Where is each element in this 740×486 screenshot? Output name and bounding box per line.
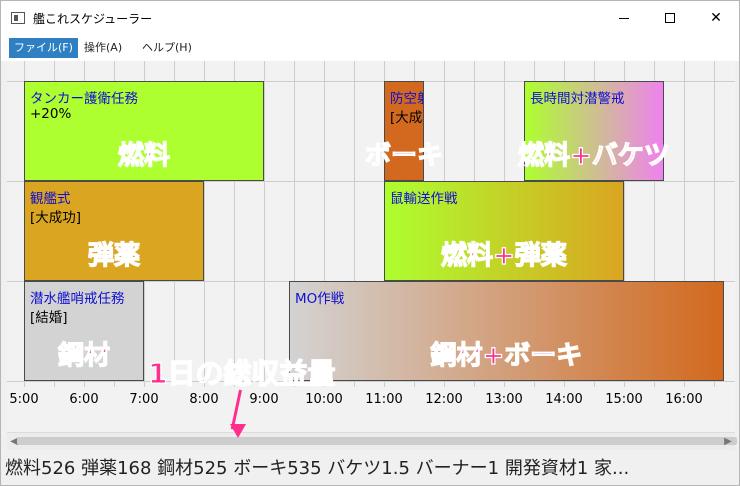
menu-file[interactable]: ファイル(F): [9, 38, 78, 58]
minimize-button[interactable]: [601, 1, 647, 35]
menu-operation[interactable]: 操作(A): [79, 38, 127, 58]
expedition-resource-label: 鋼材+ボーキ: [430, 340, 583, 371]
app-icon: [11, 12, 25, 24]
scroll-right-icon[interactable]: ▶: [721, 433, 735, 450]
expedition-resource-label: ボーキ: [364, 140, 444, 171]
expedition-resource-label: 燃料+弾薬: [440, 240, 567, 271]
maximize-icon: [665, 13, 675, 23]
app-window: 艦これスケジューラー ✕ ファイル(F) 操作(A) ヘルプ(H) 5:00 6:…: [0, 0, 740, 486]
annotation-daily-total: 1日の総収益量: [147, 356, 336, 390]
expedition-name: 鼠輸送作戦: [390, 191, 458, 207]
expedition-name: 長時間対潜警戒: [530, 91, 625, 107]
annotation-arrow-icon: [230, 424, 246, 438]
window-title: 艦これスケジューラー: [33, 12, 153, 26]
time-tick-label: 9:00: [249, 392, 279, 407]
menu-bar: ファイル(F) 操作(A) ヘルプ(H): [1, 35, 739, 61]
time-tick-label: 5:00: [9, 392, 39, 407]
time-tick-label: 11:00: [365, 392, 403, 407]
time-tick-label: 7:00: [129, 392, 159, 407]
expedition-bonus: [大成功]: [30, 210, 82, 226]
expedition-name: 観艦式: [30, 191, 71, 207]
horizontal-scrollbar[interactable]: ◀ ▶: [7, 432, 737, 450]
time-tick-label: 10:00: [305, 392, 343, 407]
time-tick-label: 16:00: [665, 392, 703, 407]
scrollbar-thumb[interactable]: [17, 437, 737, 445]
schedule-chart: 5:00 6:00 7:00 8:00 9:00 10:00 11:00 12:00 13:00…: [7, 61, 735, 435]
expedition-name: タンカー護衛任務: [30, 91, 138, 107]
expedition-bonus: +20%: [30, 106, 72, 122]
expedition-resource-label: 燃料: [117, 140, 171, 171]
title-bar[interactable]: 艦これスケジューラー ✕: [1, 1, 739, 35]
status-bar-total: 燃料526 弾薬168 鋼材525 ボーキ535 バケツ1.5 バーナー1 開発…: [5, 458, 630, 479]
time-tick-label: 14:00: [545, 392, 583, 407]
close-button[interactable]: ✕: [693, 1, 739, 35]
menu-help[interactable]: ヘルプ(H): [137, 38, 197, 58]
grid-line-vertical: [264, 61, 265, 387]
expedition-bonus: [結婚]: [30, 310, 68, 326]
time-tick-label: 12:00: [425, 392, 463, 407]
expedition-name: 防空射撃演習: [390, 91, 423, 107]
minimize-icon: [619, 17, 629, 19]
maximize-button[interactable]: [647, 1, 693, 35]
time-tick-label: 6:00: [69, 392, 99, 407]
expedition-resource-label: 弾薬: [87, 240, 141, 271]
close-icon: ✕: [710, 10, 722, 26]
grid-line-horizontal: [7, 381, 735, 382]
expedition-resource-label: 鋼材: [57, 340, 111, 371]
expedition-name: 潜水艦哨戒任務: [30, 291, 125, 307]
expedition-bonus: [大成功]: [390, 110, 423, 126]
time-tick-label: 8:00: [189, 392, 219, 407]
time-tick-label: 13:00: [485, 392, 523, 407]
time-tick-label: 15:00: [605, 392, 643, 407]
expedition-resource-label: 燃料+バケツ: [517, 140, 670, 171]
expedition-name: MO作戦: [295, 291, 345, 307]
